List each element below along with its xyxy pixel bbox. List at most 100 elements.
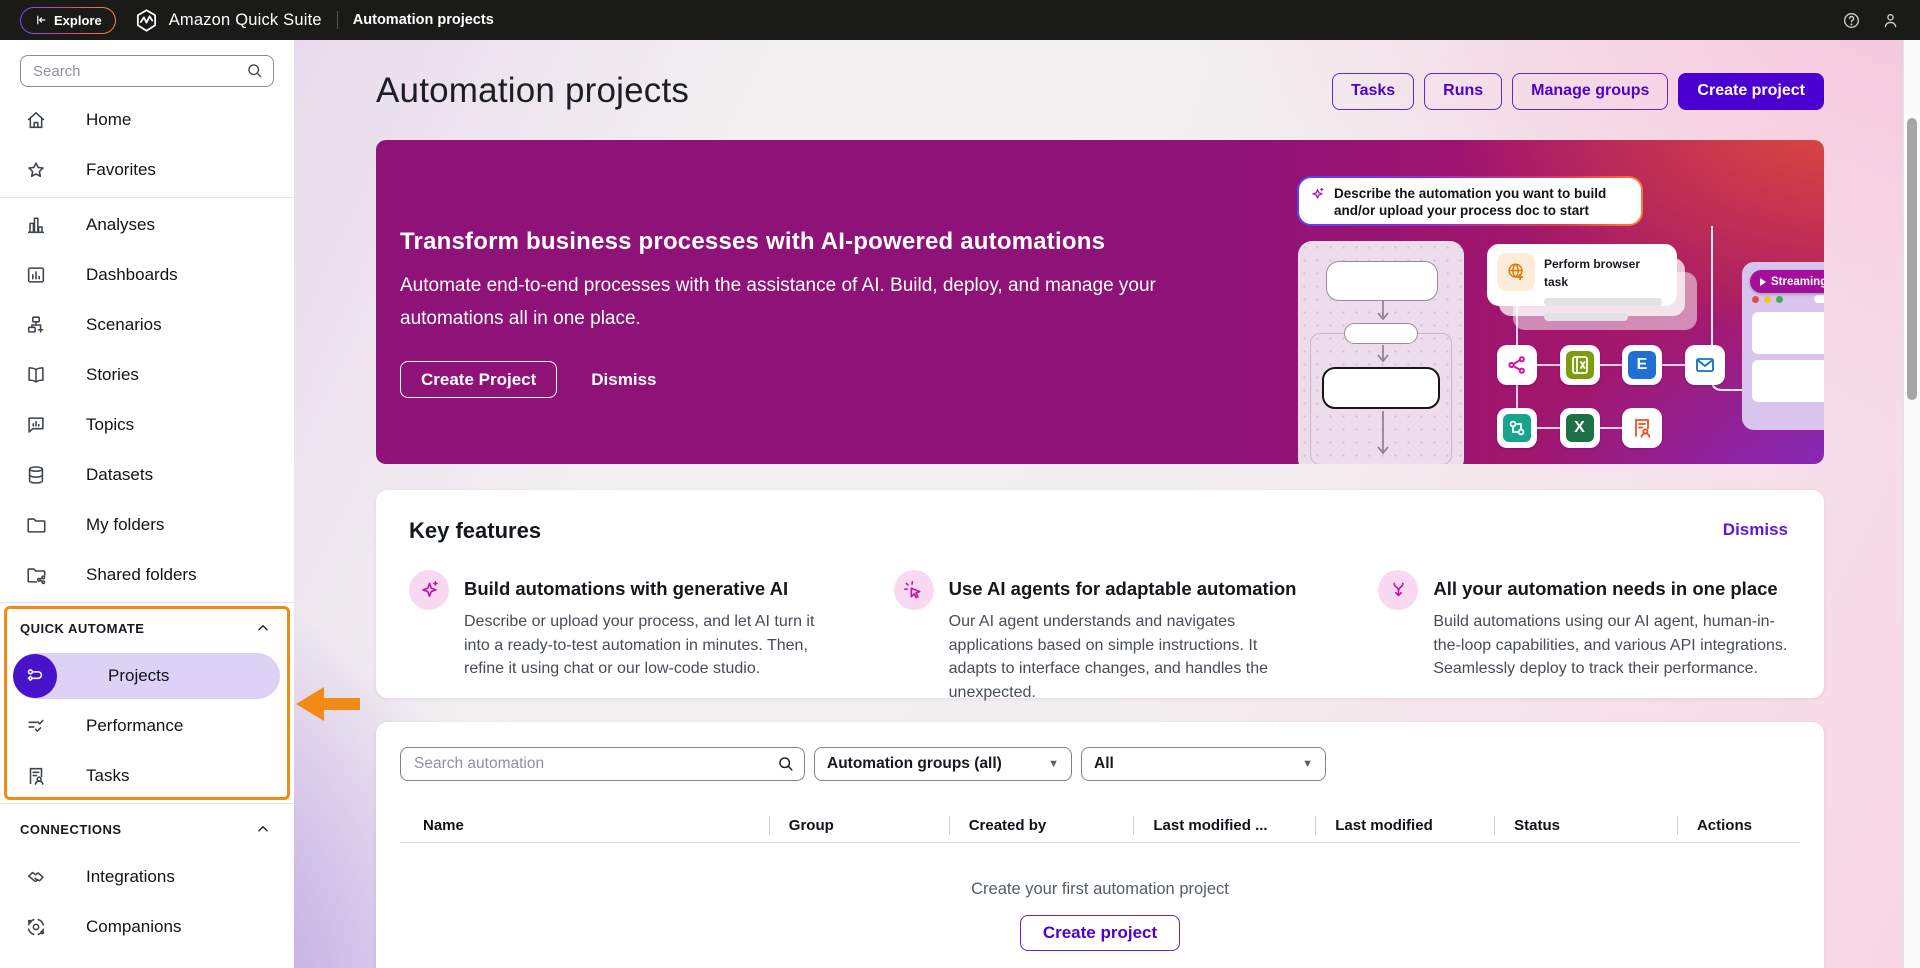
sidebar-item-dashboards[interactable]: Dashboards [0, 250, 294, 300]
sidebar-divider [0, 803, 294, 804]
flow-node-selected [1322, 367, 1440, 409]
topics-icon [25, 414, 47, 436]
column-header-group[interactable]: Group [769, 809, 949, 842]
flow-arrow [1376, 411, 1390, 459]
banner-dismiss-button[interactable]: Dismiss [591, 370, 656, 390]
feature-item: Use AI agents for adaptable automationOu… [894, 570, 1307, 704]
sidebar-item-projects[interactable]: Projects [0, 651, 294, 701]
feature-item: Build automations with generative AI Desc… [409, 570, 822, 704]
page-scrollbar[interactable] [1903, 40, 1920, 968]
column-header-last-modified[interactable]: Last modified [1315, 809, 1494, 842]
sidebar-item-my-folders[interactable]: My folders [0, 500, 294, 550]
sidebar-section-quick-automate[interactable]: QUICK AUTOMATE [0, 605, 294, 651]
column-header-created-by[interactable]: Created by [949, 809, 1134, 842]
sidebar-item-topics[interactable]: Topics [0, 400, 294, 450]
feature-text: Use AI agents for adaptable automationOu… [949, 570, 1307, 704]
shared-folder-icon [25, 564, 47, 586]
runs-button[interactable]: Runs [1424, 73, 1502, 110]
sidebar-item-shared-folders[interactable]: Shared folders [0, 550, 294, 600]
sidebar-item-home[interactable]: Home [0, 95, 294, 145]
feature-description: Describe or upload your process, and let… [464, 610, 822, 681]
flow-node [1326, 261, 1438, 301]
cursor-click-icon [894, 570, 934, 610]
merge-icon [1378, 570, 1418, 610]
projects-icon [13, 654, 57, 698]
exchange-icon: E [1622, 345, 1662, 385]
browser-globe-icon [1497, 253, 1535, 291]
feature-title: Use AI agents for adaptable automation [949, 578, 1307, 600]
sidebar-item-label: Stories [86, 365, 139, 385]
promo-banner: Transform business processes with AI-pow… [376, 140, 1824, 464]
manage-groups-button[interactable]: Manage groups [1512, 73, 1668, 110]
create-project-button[interactable]: Create project [1678, 73, 1824, 110]
group-filter-select[interactable]: Automation groups (all) ▼ [814, 747, 1072, 781]
sidebar-item-scenarios[interactable]: Scenarios [0, 300, 294, 350]
sidebar-item-datasets[interactable]: Datasets [0, 450, 294, 500]
tasks-button[interactable]: Tasks [1332, 73, 1414, 110]
sidebar-item-label: Shared folders [86, 565, 197, 585]
search-icon [245, 61, 264, 80]
share-icon [1497, 345, 1537, 385]
sidebar-item-tasks[interactable]: Tasks [0, 751, 294, 801]
feature-title: Build automations with generative AI [464, 578, 822, 600]
streaming-badge: Streaming... [1750, 270, 1824, 293]
scrollbar-thumb[interactable] [1907, 118, 1917, 400]
browser-task-title: Perform browser task [1544, 257, 1640, 289]
sidebar-section-title: QUICK AUTOMATE [20, 621, 144, 636]
home-icon [25, 109, 47, 131]
sidebar-item-stories[interactable]: Stories [0, 350, 294, 400]
sparkle-icon [1309, 186, 1326, 203]
empty-state-text: Create your first automation project [400, 880, 1800, 899]
sidebar-section-title: CONNECTIONS [20, 822, 122, 837]
feature-text: All your automation needs in one placeBu… [1433, 570, 1791, 704]
sidebar-item-analyses[interactable]: Analyses [0, 200, 294, 250]
sidebar-search-input[interactable] [20, 55, 274, 87]
chevron-down-icon: ▼ [1302, 758, 1313, 770]
datasets-icon [25, 464, 47, 486]
features-dismiss-link[interactable]: Dismiss [1723, 520, 1788, 540]
automation-search-input[interactable] [400, 747, 805, 781]
column-header-last-modified-[interactable]: Last modified ... [1133, 809, 1315, 842]
sidebar-item-performance[interactable]: Performance [0, 701, 294, 751]
breadcrumb: Automation projects [353, 12, 494, 28]
column-header-actions[interactable]: Actions [1677, 809, 1800, 842]
sidebar-item-favorites[interactable]: Favorites [0, 145, 294, 195]
sidebar-item-companions[interactable]: Companions [0, 902, 294, 952]
feature-text: Build automations with generative AI Desc… [464, 570, 822, 704]
folder-icon [25, 514, 47, 536]
flow-icon [1497, 408, 1537, 448]
flowchart-panel [1298, 241, 1464, 464]
automation-list-card: Automation groups (all) ▼ All ▼ NameGrou… [376, 722, 1824, 968]
brand-title: Amazon Quick Suite [169, 11, 322, 30]
performance-icon [25, 715, 47, 737]
chevron-up-icon [254, 619, 272, 637]
column-header-name[interactable]: Name [400, 809, 769, 842]
play-icon [1760, 278, 1766, 286]
sidebar-item-integrations[interactable]: Integrations [0, 852, 294, 902]
banner-create-project-button[interactable]: Create Project [400, 361, 557, 398]
automation-search [400, 747, 805, 781]
empty-create-project-button[interactable]: Create project [1020, 915, 1180, 951]
sidebar-nav: HomeFavorites Analyses Dashboards Scenarios… [0, 95, 294, 952]
stories-icon [25, 364, 47, 386]
dashboards-icon [25, 264, 47, 286]
column-header-status[interactable]: Status [1494, 809, 1677, 842]
chevron-up-icon [254, 820, 272, 838]
quick-suite-logo-icon [134, 8, 159, 33]
table-header-row: NameGroupCreated byLast modified ...Last… [400, 809, 1800, 843]
sidebar-item-label: Scenarios [86, 315, 162, 335]
help-icon[interactable] [1842, 11, 1861, 30]
flow-arrow [1376, 301, 1390, 325]
sidebar-item-label: Topics [86, 415, 134, 435]
page: Explore Amazon Quick Suite Automation pr… [0, 0, 1920, 968]
sidebar-item-label: Analyses [86, 215, 155, 235]
banner-description: Automate end-to-end processes with the a… [400, 269, 1190, 335]
user-icon[interactable] [1881, 11, 1900, 30]
main-content: Automation projects TasksRunsManage grou… [376, 40, 1824, 968]
sidebar-section-connections[interactable]: CONNECTIONS [0, 806, 294, 852]
explore-button[interactable]: Explore [20, 7, 116, 34]
top-bar: Explore Amazon Quick Suite Automation pr… [0, 0, 1920, 40]
search-icon [776, 754, 795, 773]
status-filter-select[interactable]: All ▼ [1081, 747, 1326, 781]
key-features-title: Key features [409, 518, 1791, 544]
